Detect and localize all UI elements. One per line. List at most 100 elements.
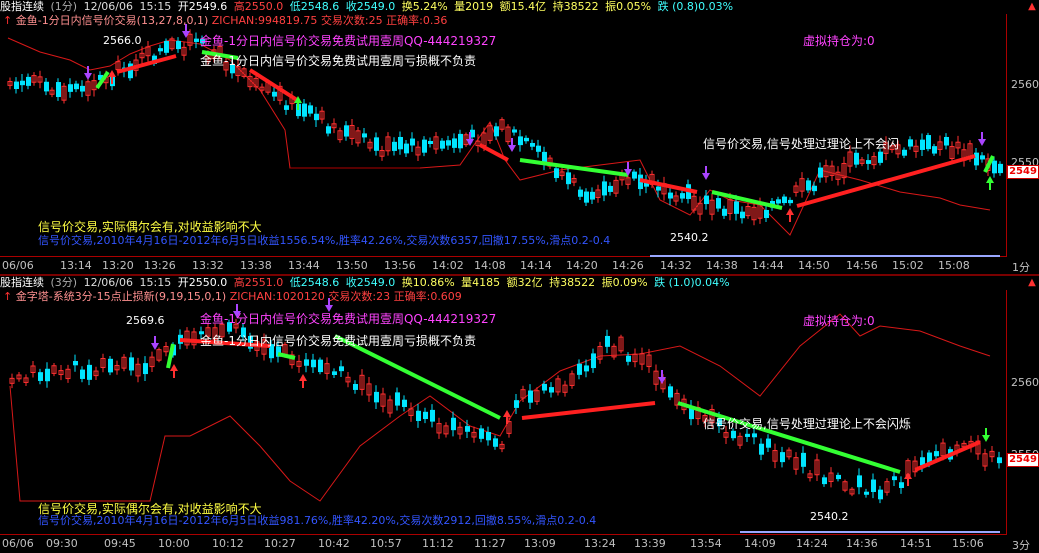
candle-body-down (326, 126, 331, 134)
long-trend-line (521, 401, 656, 420)
time-axis: 06/06 13:14 13:20 13:26 13:32 13:38 13:44 13:50… (0, 259, 1039, 275)
candle-body-down (56, 82, 61, 98)
sell-arrow-icon (702, 173, 710, 180)
buy-arrow-icon (170, 364, 178, 371)
long-trend-line (479, 143, 509, 162)
sell-arrow-icon (982, 435, 990, 442)
candle-body-down (339, 366, 344, 372)
candle-body-down (272, 91, 277, 97)
time-axis-label: 14:26 (612, 259, 644, 272)
disclaimer-overlay-text: 金鱼-1分日内信号价交易免费试用壹周亏损概不负责 (200, 54, 476, 68)
candle-body-down (486, 431, 491, 441)
chart-panel-1min[interactable]: 股指连续 (1分) 12/06/06 15:15 开2549.6 高2550.0… (0, 0, 1039, 274)
period-axis-label[interactable]: 3分 (1012, 537, 1030, 553)
candle-body-down (514, 400, 519, 408)
time-axis-label: 10:42 (318, 537, 350, 550)
stats-text: 信号价交易,2010年4月16日-2012年6月5日收益981.76%,胜率42… (38, 514, 597, 527)
time-axis-label: 13:38 (240, 259, 272, 272)
candle-body-down (997, 457, 1002, 464)
candle-body-down (668, 192, 673, 199)
candle-body-down (782, 196, 787, 204)
candle-body-down (314, 113, 319, 121)
candle-body-down (899, 482, 904, 488)
time-axis-label: 15:06 (952, 537, 984, 550)
candle-body-down (549, 387, 554, 393)
candle-body-down (752, 433, 757, 438)
candle-body-down (332, 371, 337, 375)
candle-body-down (374, 391, 379, 403)
candle-body-down (857, 475, 862, 488)
candle-body-down (530, 142, 535, 147)
time-axis-label: 06/06 (2, 537, 34, 550)
candle-body-down (932, 146, 937, 154)
candle-body-down (542, 383, 547, 391)
candle-body-down (423, 411, 428, 420)
candle-body-down (892, 476, 897, 481)
candle-body-down (129, 357, 134, 371)
time-axis-label: 13:24 (584, 537, 616, 550)
slippage-note-text: 信号价交易,实际偶尔会有,对收益影响不大 (38, 220, 262, 234)
indicator-band-line (9, 313, 991, 502)
buy-arrow-icon (786, 208, 794, 215)
short-trend-line (166, 343, 175, 369)
candle-body-down (536, 145, 541, 152)
candle-body-down (656, 186, 661, 191)
virtual-position-text: 虚拟持仓为:0 (803, 34, 875, 48)
candle-body-down (766, 438, 771, 448)
candle-body-down (494, 126, 499, 137)
buy-arrow-icon (986, 176, 994, 183)
candle-body-down (422, 139, 427, 153)
range-bar (740, 531, 1000, 533)
period-axis-label[interactable]: 1分 (1012, 259, 1030, 275)
candle-body-down (452, 138, 457, 148)
candle-body-down (818, 167, 823, 178)
disclaimer-overlay-text: 金鱼-1分日内信号价交易免费试用壹周亏损概不负责 (200, 334, 476, 348)
candle-body-down (626, 355, 631, 362)
candle-body-down (164, 40, 169, 53)
chart-panel-3min[interactable]: 股指连续 (3分) 12/06/06 15:15 开2550.0 高2551.0… (0, 276, 1039, 552)
candle-body-down (716, 198, 721, 209)
time-axis-label: 14:56 (846, 259, 878, 272)
candle-body-down (871, 479, 876, 493)
candle-body-down (284, 105, 289, 110)
candle-body-down (176, 40, 181, 50)
candle-body-down (734, 201, 739, 214)
time-axis-label: 14:32 (660, 259, 692, 272)
candle-body-down (908, 139, 913, 147)
candle-body-down (430, 409, 435, 422)
candle-body-down (584, 191, 589, 203)
qq-overlay-text: 金鱼-1分日内信号价交易免费试用壹周QQ-444219327 (200, 34, 497, 48)
candle-body-down (584, 365, 589, 372)
candle-body-down (404, 143, 409, 154)
time-axis-label: 14:51 (900, 537, 932, 550)
candle-body-down (38, 372, 43, 381)
time-axis-label: 14:50 (798, 259, 830, 272)
candle-body-down (822, 477, 827, 485)
candle-body-down (731, 430, 736, 439)
candle-body-down (158, 48, 163, 52)
candle-body-down (26, 76, 31, 86)
low-price-label: 2540.2 (810, 510, 849, 523)
candle-body-down (68, 84, 73, 92)
time-axis-label: 13:14 (60, 259, 92, 272)
candle-body-down (944, 136, 949, 146)
last-price-tag: 2549 (1007, 453, 1039, 467)
candle-body-down (398, 136, 403, 150)
time-axis-label: 13:54 (690, 537, 722, 550)
candle-body-down (745, 433, 750, 437)
sell-arrow-icon (151, 343, 159, 350)
candle-body-down (416, 410, 421, 421)
candle-body-down (920, 139, 925, 150)
time-axis-label: 14:38 (706, 259, 738, 272)
candle-body-down (878, 489, 883, 500)
time-axis-label: 11:12 (422, 537, 454, 550)
time-axis-label: 14:02 (432, 259, 464, 272)
time-axis-label: 11:27 (474, 537, 506, 550)
sell-arrow-icon (325, 305, 333, 312)
y-label-2560: 2560 (1011, 78, 1039, 91)
stats-text: 信号价交易,2010年4月16日-2012年6月5日收益1556.54%,胜率4… (38, 234, 611, 247)
time-axis-label: 13:32 (192, 259, 224, 272)
time-axis-label: 09:45 (104, 537, 136, 550)
buy-arrow-icon (299, 374, 307, 381)
short-trend-line (519, 158, 629, 177)
